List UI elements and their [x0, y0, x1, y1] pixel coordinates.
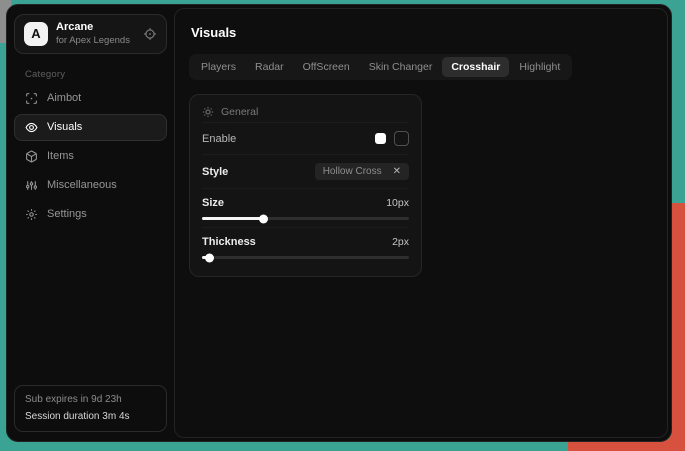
enable-controls: [375, 131, 409, 146]
size-slider[interactable]: [202, 217, 409, 220]
sun-gear-icon: [202, 106, 214, 118]
brand-logo: A: [24, 22, 48, 46]
page-title: Visuals: [191, 25, 653, 40]
thickness-slider-thumb[interactable]: [205, 253, 214, 262]
sidebar-item-label: Visuals: [47, 121, 82, 133]
app-window: A Arcane for Apex Legends Category: [6, 4, 672, 442]
brand-header: A Arcane for Apex Legends: [14, 14, 167, 54]
thickness-row: Thickness 2px: [202, 227, 409, 266]
size-label: Size: [202, 197, 224, 209]
sidebar-item-visuals[interactable]: Visuals: [14, 114, 167, 141]
tab-skin-changer[interactable]: Skin Changer: [360, 57, 442, 77]
target-icon[interactable]: [143, 27, 157, 41]
sliders-icon: [25, 179, 38, 192]
sidebar: A Arcane for Apex Legends Category: [7, 5, 174, 441]
style-select[interactable]: Hollow Cross ✕: [315, 163, 409, 180]
subscription-info-box: Sub expires in 9d 23h Session duration 3…: [14, 385, 167, 432]
category-label: Category: [25, 69, 167, 80]
tab-offscreen[interactable]: OffScreen: [294, 57, 359, 77]
card-header-label: General: [221, 106, 258, 118]
sidebar-item-miscellaneous[interactable]: Miscellaneous: [14, 172, 167, 199]
main-panel: Visuals Players Radar OffScreen Skin Cha…: [174, 8, 668, 438]
size-slider-fill: [202, 217, 264, 220]
card-header: General: [202, 97, 409, 122]
sidebar-item-label: Aimbot: [47, 92, 81, 104]
sidebar-item-label: Items: [47, 150, 74, 162]
style-label: Style: [202, 166, 228, 178]
sub-expires-text: Sub expires in 9d 23h: [25, 392, 156, 409]
tab-crosshair[interactable]: Crosshair: [442, 57, 509, 77]
eye-icon: [25, 121, 38, 134]
style-row: Style Hollow Cross ✕: [202, 154, 409, 188]
general-card: General Enable Style Hollow Cross ✕ Size: [189, 94, 422, 277]
size-value: 10px: [386, 197, 409, 209]
crosshair-icon: [25, 92, 38, 105]
thickness-slider[interactable]: [202, 256, 409, 259]
sidebar-item-settings[interactable]: Settings: [14, 201, 167, 228]
sidebar-item-aimbot[interactable]: Aimbot: [14, 85, 167, 112]
thickness-slider-fill: [202, 256, 210, 259]
size-row: Size 10px: [202, 188, 409, 227]
close-icon[interactable]: ✕: [393, 166, 401, 177]
tab-highlight[interactable]: Highlight: [510, 57, 569, 77]
size-slider-thumb[interactable]: [259, 214, 268, 223]
enable-checkbox[interactable]: [394, 131, 409, 146]
color-swatch[interactable]: [375, 133, 386, 144]
brand-subtitle: for Apex Legends: [56, 35, 130, 47]
session-duration-text: Session duration 3m 4s: [25, 409, 156, 426]
sidebar-item-items[interactable]: Items: [14, 143, 167, 170]
visuals-tabbar: Players Radar OffScreen Skin Changer Cro…: [189, 54, 572, 80]
gear-icon: [25, 208, 38, 221]
sidebar-item-label: Settings: [47, 208, 87, 220]
box-icon: [25, 150, 38, 163]
thickness-value: 2px: [392, 236, 409, 248]
style-value: Hollow Cross: [323, 166, 382, 177]
enable-label: Enable: [202, 133, 236, 145]
enable-row: Enable: [202, 122, 409, 154]
thickness-label: Thickness: [202, 236, 256, 248]
brand-name: Arcane: [56, 21, 130, 35]
tab-radar[interactable]: Radar: [246, 57, 293, 77]
sidebar-item-label: Miscellaneous: [47, 179, 117, 191]
tab-players[interactable]: Players: [192, 57, 245, 77]
sidebar-nav: Aimbot Visuals Items: [14, 85, 167, 228]
brand-text: Arcane for Apex Legends: [56, 21, 130, 47]
